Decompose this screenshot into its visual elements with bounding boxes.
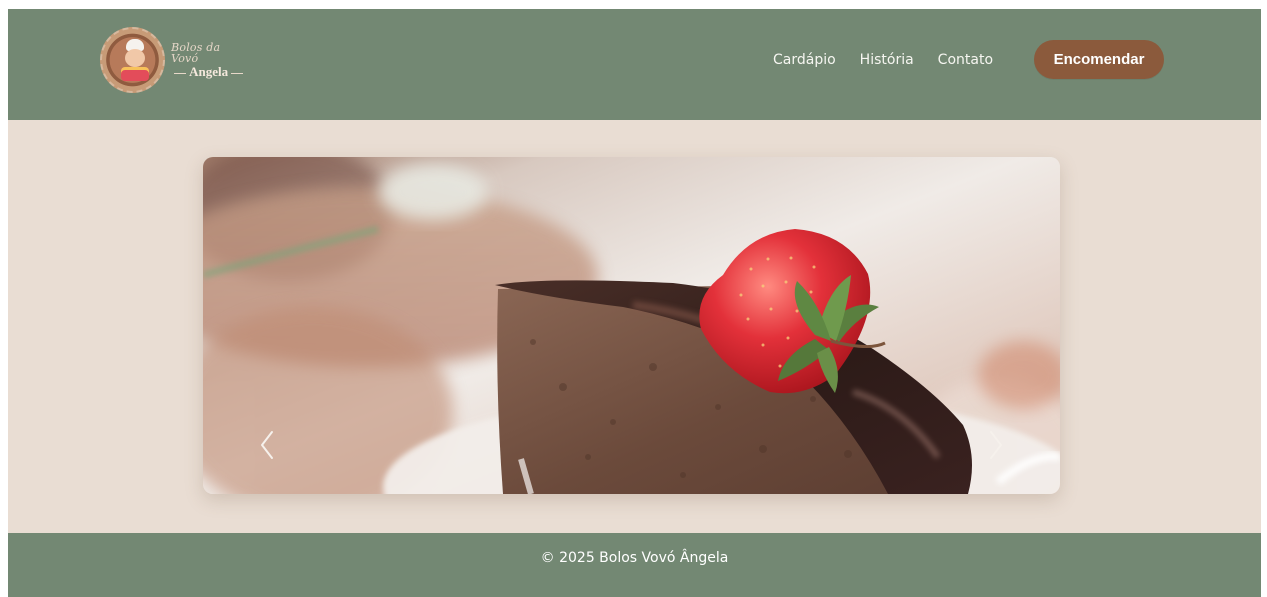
copyright-text: © 2025 Bolos Vovó Ângela — [540, 550, 729, 566]
grandma-logo-icon — [100, 27, 166, 93]
logo-line-2: Angela — [171, 65, 250, 78]
logo-divider-right — [231, 72, 244, 74]
logo-name: Angela — [189, 64, 229, 79]
image-carousel[interactable] — [203, 157, 1060, 494]
chevron-right-icon — [990, 431, 1002, 459]
carousel-next-button[interactable] — [981, 425, 1011, 465]
order-button[interactable]: Encomendar — [1034, 40, 1164, 79]
logo-divider-left — [174, 72, 187, 74]
nav-historia[interactable]: História — [860, 51, 914, 69]
logo[interactable]: Bolos da Vovó Angela — [100, 25, 250, 95]
site-header: Bolos da Vovó Angela Cardápio História C… — [8, 9, 1261, 120]
site-footer: © 2025 Bolos Vovó Ângela — [8, 533, 1261, 597]
carousel-prev-button[interactable] — [252, 425, 282, 465]
nav-cardapio[interactable]: Cardápio — [773, 51, 836, 69]
chevron-left-icon — [261, 431, 273, 459]
page-frame: Bolos da Vovó Angela Cardápio História C… — [8, 9, 1261, 597]
logo-line-1: Bolos da Vovó — [171, 41, 221, 65]
face-icon — [125, 49, 145, 67]
logo-text: Bolos da Vovó Angela — [171, 42, 250, 78]
carousel-image — [203, 157, 1060, 494]
nav-contato[interactable]: Contato — [938, 51, 993, 69]
cake-icon — [121, 67, 149, 81]
main-nav: Cardápio História Contato — [773, 51, 993, 69]
